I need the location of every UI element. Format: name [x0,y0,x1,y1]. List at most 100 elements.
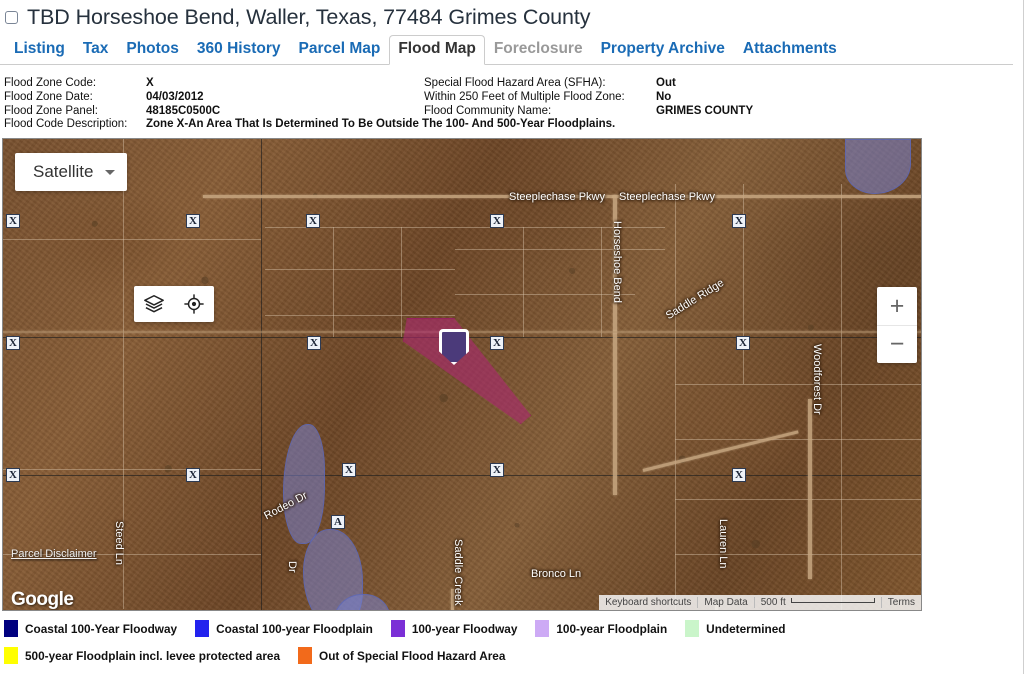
survey-grid-line [261,139,262,610]
within-250-feet-label: Within 250 Feet of Multiple Flood Zone: [424,91,625,103]
parcel-boundary [455,294,635,295]
legend-item-100-year-floodway: 100-year Floodway [390,620,517,637]
sfha-label: Special Flood Hazard Area (SFHA): [424,77,606,89]
flood-info-panel: Flood Zone Code: X Flood Zone Date: 04/0… [0,71,1013,137]
legend-swatch [685,620,700,637]
within-250-feet-value: No [656,91,672,103]
legend-item-100-year-floodplain: 100-year Floodplain [535,620,667,637]
map-tool-group [134,286,214,322]
flood-legend: Coastal 100-Year Floodway Coastal 100-ye… [4,615,1012,669]
tab-foreclosure: Foreclosure [493,40,583,57]
flood-zone-marker: X [732,214,746,228]
tab-360-history[interactable]: 360 History [188,35,290,64]
map-data-link[interactable]: Map Data [697,597,753,608]
layers-button[interactable] [134,286,174,322]
flood-info-column-right: Special Flood Hazard Area (SFHA): Out Wi… [424,76,753,118]
legend-swatch [390,620,405,637]
legend-label: Undetermined [706,621,786,636]
legend-row-1: Coastal 100-Year Floodway Coastal 100-ye… [4,615,1012,642]
scale-bar [790,598,875,603]
flood-zone-code-value: X [146,77,154,89]
map-scale-label: 500 ft [760,597,786,608]
tab-property-archive[interactable]: Property Archive [592,35,734,64]
flood-zone-marker: X [6,214,20,228]
flood-zone-marker: X [306,214,320,228]
flood-code-description-label: Flood Code Description: [4,118,128,130]
flood-community-value: GRIMES COUNTY [656,105,754,117]
flood-zone-marker: X [307,336,321,350]
legend-swatch [298,647,313,664]
survey-grid-line [3,475,921,476]
road-steeplechase-pkwy [203,195,921,198]
parcel-boundary [675,439,921,440]
flood-zone-date-value: 04/03/2012 [146,91,204,103]
legend-label: Coastal 100-Year Floodway [25,621,178,636]
keyboard-shortcuts-link[interactable]: Keyboard shortcuts [599,597,697,608]
tab-parcel-map[interactable]: Parcel Map [289,35,389,64]
tab-bar: Listing Tax Photos 360 History Parcel Ma… [0,34,1013,65]
legend-swatch [4,620,18,637]
flood-map-page: TBD Horseshoe Bend, Waller, Texas, 77484… [0,0,1024,674]
within-250-feet-row: Within 250 Feet of Multiple Flood Zone: … [424,90,753,104]
parcel-boundary [601,227,602,337]
parcel-disclaimer-link[interactable]: Parcel Disclaimer [11,548,97,560]
tab-flood-map[interactable]: Flood Map [389,35,485,65]
sfha-row: Special Flood Hazard Area (SFHA): Out [424,76,753,90]
flood-zone-marker: X [6,468,20,482]
flood-zone-marker: X [490,214,504,228]
flood-zone-date-label: Flood Zone Date: [4,91,93,103]
flood-zone-marker: X [736,336,750,350]
map-attribution-bar: Keyboard shortcuts Map Data 500 ft Terms [599,595,921,610]
legend-label: 100-year Floodplain [556,621,668,636]
property-select-checkbox[interactable] [5,10,18,24]
parcel-boundary [3,469,261,470]
tab-photos[interactable]: Photos [117,35,188,64]
legend-item-out-of-sfha: Out of Special Flood Hazard Area [298,647,505,664]
parcel-boundary [455,249,665,250]
layers-icon [144,295,164,313]
page-header: TBD Horseshoe Bend, Waller, Texas, 77484… [0,0,1013,34]
legend-label: 500-year Floodplain incl. levee protecte… [25,648,281,663]
parcel-boundary [265,315,455,316]
terms-link[interactable]: Terms [880,597,921,608]
zoom-control-group: + − [877,287,917,363]
flood-community-label: Flood Community Name: [424,105,552,117]
sfha-value: Out [656,77,676,89]
parcel-boundary [841,184,842,610]
parcel-boundary [401,227,402,337]
road-horseshoe-bend [613,195,617,495]
parcel-boundary [675,499,921,500]
tab-tax[interactable]: Tax [74,35,118,64]
flood-zone-marker: X [490,463,504,477]
zoom-in-button[interactable]: + [877,287,917,325]
flood-zone-marker: X [6,336,20,350]
road-woodforest-dr [808,399,812,579]
legend-swatch [535,620,550,637]
map-type-dropdown[interactable]: Satellite [15,153,128,191]
map-scale-indicator: 500 ft [753,597,881,608]
flood-zone-marker: A [331,515,345,529]
legend-item-coastal-100-year-floodplain: Coastal 100-year Floodplain [195,620,373,637]
tab-attachments[interactable]: Attachments [734,35,846,64]
tab-listing[interactable]: Listing [5,35,74,64]
legend-label: Out of Special Flood Hazard Area [319,648,506,663]
flood-code-description-row: Flood Code Description: Zone X-An Area T… [4,118,615,130]
chevron-down-icon [105,169,116,175]
flood-zone-panel-value: 48185C0500C [146,105,221,117]
flood-zone-code-label: Flood Zone Code: [4,77,97,89]
locate-button[interactable] [174,286,214,322]
parcel-boundary [3,239,261,240]
flood-zone-marker: X [186,214,200,228]
parcel-boundary [123,139,124,609]
parcel-boundary [265,227,665,228]
page-title: TBD Horseshoe Bend, Waller, Texas, 77484… [27,4,591,29]
google-logo: Google [11,589,74,610]
parcel-boundary [523,227,524,337]
flood-zone-marker: X [732,468,746,482]
parcel-boundary [675,554,921,555]
zoom-out-button[interactable]: − [877,325,917,363]
legend-item-500-year-floodplain: 500-year Floodplain incl. levee protecte… [4,647,280,664]
flood-zone-marker: X [186,468,200,482]
flood-code-description-value: Zone X-An Area That Is Determined To Be … [146,118,616,130]
map-canvas[interactable]: X X X X X X X X X X X X X X A Steeplecha… [2,138,922,611]
